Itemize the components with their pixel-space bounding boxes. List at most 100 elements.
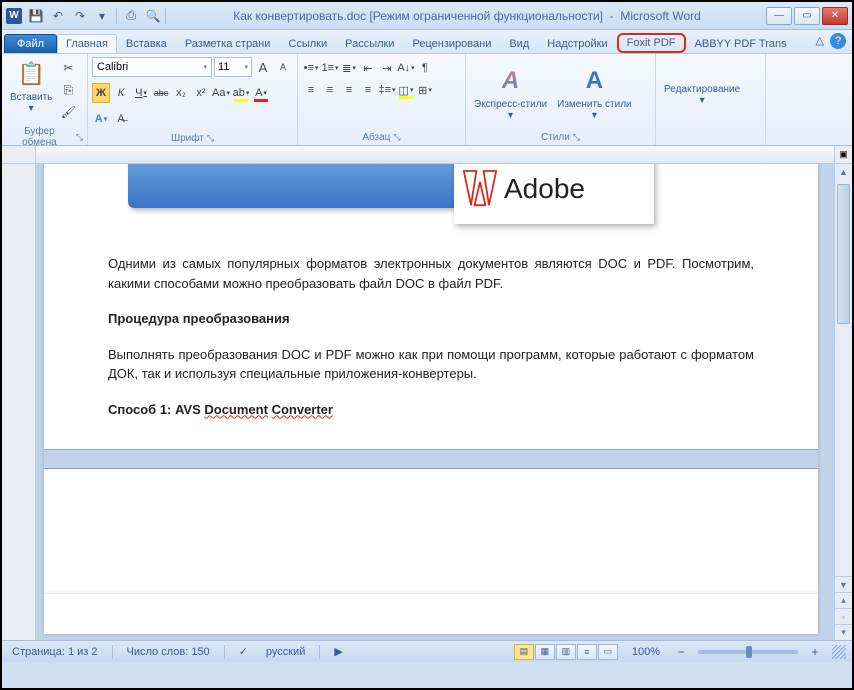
- dialog-launcher-icon[interactable]: ⤡: [393, 132, 400, 143]
- bold-button[interactable]: Ж: [92, 83, 110, 103]
- scroll-down-button[interactable]: ▼: [835, 576, 852, 592]
- zoom-thumb[interactable]: [746, 646, 752, 658]
- scroll-up-button[interactable]: ▲: [835, 164, 852, 180]
- separator: [224, 645, 225, 659]
- prev-page-button[interactable]: ▴: [835, 592, 852, 608]
- underline-button[interactable]: Ч: [132, 83, 150, 103]
- minimize-button[interactable]: —: [766, 7, 792, 25]
- shrink-font-button[interactable]: A: [274, 57, 292, 77]
- language-button[interactable]: русский: [262, 646, 309, 658]
- align-center-button[interactable]: ≡: [321, 80, 339, 100]
- dialog-launcher-icon[interactable]: ⤡: [207, 133, 214, 144]
- justify-button[interactable]: ≡: [359, 80, 377, 100]
- ruler: ▣: [2, 146, 852, 164]
- align-left-button[interactable]: ≡: [302, 80, 320, 100]
- shading-button[interactable]: ◫: [397, 80, 415, 100]
- print-layout-view[interactable]: ▤: [514, 644, 534, 660]
- sort-button[interactable]: A↓: [397, 58, 415, 78]
- proofing-button[interactable]: ✓: [235, 645, 252, 658]
- scroll-thumb[interactable]: [837, 184, 850, 324]
- tab-file[interactable]: Файл: [4, 34, 57, 53]
- close-button[interactable]: ✕: [822, 7, 848, 25]
- increase-indent-button[interactable]: ⇥: [378, 58, 396, 78]
- quick-styles-button[interactable]: A Экспресс-стили▾: [470, 63, 551, 123]
- undo-button[interactable]: ↶: [48, 6, 68, 26]
- tab-layout[interactable]: Разметка страни: [176, 34, 280, 53]
- zoom-in-button[interactable]: +: [808, 645, 822, 659]
- numbering-button[interactable]: 1≡: [321, 58, 339, 78]
- tab-references[interactable]: Ссылки: [279, 34, 336, 53]
- doc-name: Как конвертировать.doc: [233, 9, 366, 23]
- highlight-button[interactable]: ab: [232, 83, 250, 103]
- copy-button[interactable]: ⎘: [58, 80, 78, 100]
- italic-button[interactable]: К: [112, 83, 130, 103]
- group-styles: A Экспресс-стили▾ A Изменить стили▾ Стил…: [466, 54, 656, 145]
- tab-insert[interactable]: Вставка: [117, 34, 176, 53]
- word-count[interactable]: Число слов: 150: [123, 646, 214, 658]
- page-viewport[interactable]: Adobe Одними из самых популярных формато…: [36, 164, 834, 640]
- page-count[interactable]: Страница: 1 из 2: [8, 646, 102, 658]
- ruler-toggle[interactable]: ▣: [834, 146, 852, 163]
- line-spacing-button[interactable]: ‡≡: [378, 80, 396, 100]
- dialog-launcher-icon[interactable]: ⤡: [76, 132, 83, 143]
- borders-button[interactable]: ⊞: [416, 80, 434, 100]
- zoom-slider[interactable]: [698, 650, 798, 654]
- zoom-out-button[interactable]: −: [674, 645, 688, 659]
- paste-button[interactable]: 📋 Вставить▾: [6, 56, 56, 116]
- zoom-level[interactable]: 100%: [628, 646, 664, 658]
- paragraph-2: Выполнять преобразования DOC и PDF можно…: [108, 345, 754, 384]
- save-button[interactable]: 💾: [26, 6, 46, 26]
- dialog-launcher-icon[interactable]: ⤡: [573, 132, 580, 143]
- tab-addins[interactable]: Надстройки: [538, 34, 616, 53]
- font-size-combo[interactable]: 11▾: [214, 57, 252, 77]
- horizontal-ruler[interactable]: [36, 146, 834, 163]
- grow-font-button[interactable]: A: [254, 57, 272, 77]
- text-effects-button[interactable]: A: [92, 109, 110, 129]
- editing-button[interactable]: Редактирование▾: [660, 56, 744, 108]
- change-case-button[interactable]: Aa: [212, 83, 230, 103]
- format-painter-button[interactable]: 🖌: [58, 102, 78, 122]
- multilevel-button[interactable]: ≣: [340, 58, 358, 78]
- print-button[interactable]: ⎙: [121, 6, 141, 26]
- font-name-combo[interactable]: Calibri▾: [92, 57, 212, 77]
- group-editing: Редактирование▾: [656, 54, 766, 145]
- tab-home[interactable]: Главная: [57, 34, 117, 53]
- align-right-button[interactable]: ≡: [340, 80, 358, 100]
- full-screen-view[interactable]: ▦: [535, 644, 555, 660]
- strikethrough-button[interactable]: abc: [152, 83, 170, 103]
- tab-mailings[interactable]: Рассылки: [336, 34, 403, 53]
- window-title: Как конвертировать.doc [Режим ограниченн…: [168, 9, 766, 23]
- tab-review[interactable]: Рецензировани: [404, 34, 501, 53]
- vertical-scrollbar[interactable]: ▲ ▼ ▴ ◦ ▾: [834, 164, 852, 640]
- preview-button[interactable]: 🔍: [143, 6, 163, 26]
- font-color-button[interactable]: A: [252, 83, 270, 103]
- cut-button[interactable]: ✂: [58, 58, 78, 78]
- vertical-ruler[interactable]: [2, 164, 36, 640]
- help-icon[interactable]: ?: [830, 33, 846, 49]
- draft-view[interactable]: ▭: [598, 644, 618, 660]
- tab-foxit-pdf[interactable]: Foxit PDF: [617, 33, 686, 53]
- ribbon-minimize-icon[interactable]: △: [816, 34, 824, 47]
- decrease-indent-button[interactable]: ⇤: [359, 58, 377, 78]
- macro-button[interactable]: ▶: [330, 645, 346, 658]
- tab-abbyy[interactable]: ABBYY PDF Trans: [686, 34, 796, 53]
- maximize-button[interactable]: ▭: [794, 7, 820, 25]
- web-layout-view[interactable]: ▥: [556, 644, 576, 660]
- resize-grip[interactable]: [832, 645, 846, 659]
- paste-icon: 📋: [15, 58, 47, 90]
- show-marks-button[interactable]: ¶: [416, 58, 434, 78]
- superscript-button[interactable]: x²: [192, 83, 210, 103]
- page-2: [44, 594, 818, 634]
- bullets-button[interactable]: •≡: [302, 58, 320, 78]
- outline-view[interactable]: ≡: [577, 644, 597, 660]
- styles-group-label: Стили: [541, 132, 570, 143]
- tab-view[interactable]: Вид: [500, 34, 538, 53]
- next-page-button[interactable]: ▾: [835, 624, 852, 640]
- separator: [319, 645, 320, 659]
- browse-object-button[interactable]: ◦: [835, 608, 852, 624]
- clear-formatting-button[interactable]: A̶: [112, 109, 130, 129]
- redo-button[interactable]: ↷: [70, 6, 90, 26]
- qat-customize[interactable]: ▾: [92, 6, 112, 26]
- change-styles-button[interactable]: A Изменить стили▾: [553, 63, 635, 123]
- subscript-button[interactable]: x₂: [172, 83, 190, 103]
